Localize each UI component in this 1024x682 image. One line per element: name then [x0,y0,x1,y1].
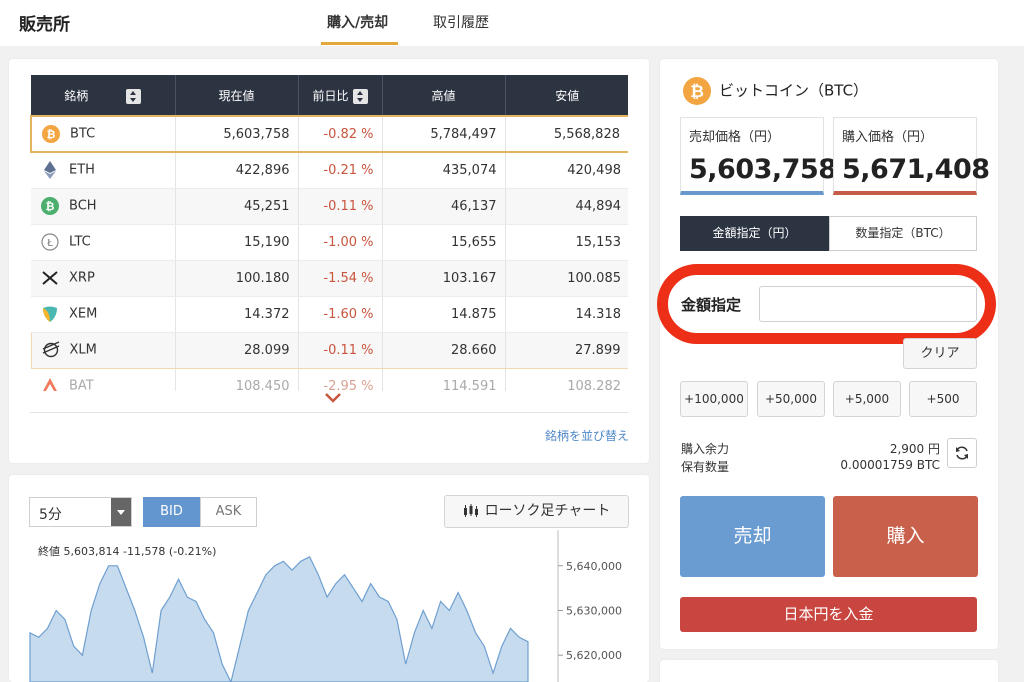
mode-quantity-btc-tab[interactable]: 数量指定（BTC） [829,216,977,251]
deposit-yen-button[interactable]: 日本円を入金 [680,597,977,632]
top-header: 販売所 購入/売却 取引履歴 [0,0,1024,46]
table-row[interactable]: Ł LTC 15,190 -1.00 % 15,655 15,153 [31,224,628,261]
buy-button[interactable]: 購入 [833,496,978,577]
secondary-panel [660,660,998,682]
bitcoin-icon: ₿ [683,77,711,105]
price-area-chart[interactable]: 5,640,000 5,630,000 5,620,000 [0,530,649,682]
table-divider [30,412,628,413]
table-row[interactable]: ₿ BTC 5,603,758 -0.82 % 5,784,497 5,568,8… [30,115,628,153]
litecoin-icon: Ł [41,233,59,251]
table-row[interactable]: ₿ BCH 45,251 -0.11 % 46,137 44,894 [31,188,628,225]
bat-icon [43,378,57,391]
table-row[interactable]: ETH 422,896 -0.21 % 435,074 420,498 [31,152,628,189]
sell-price-value: 5,603,758 [689,154,837,185]
tab-buy-sell[interactable]: 購入/売却 [327,12,388,32]
page-title: 販売所 [19,15,70,35]
sell-button[interactable]: 売却 [680,496,825,577]
refresh-button[interactable] [947,438,977,468]
sell-price-label: 売却価格（円） [689,130,781,145]
buy-price-box: 購入価格（円） 5,671,408 [833,117,990,195]
y-tick-label: 5,640,000 [566,560,622,573]
candlestick-icon [463,504,478,517]
add-5000-button[interactable]: +5,000 [833,381,901,417]
tab-trade-history[interactable]: 取引履歴 [433,12,489,32]
column-header-price: 現在値 [175,75,299,116]
refresh-icon [956,446,968,460]
market-table-container[interactable]: 銘柄 現在値 前日比 高値 安値 ₿ BTC 5,603,758 -0.82 % … [30,75,628,391]
y-axis-ticks: 5,640,000 5,630,000 5,620,000 [558,560,622,662]
chevron-down-icon [111,498,131,526]
y-tick-label: 5,620,000 [566,649,622,662]
table-row[interactable]: BAT 108.450 -2.95 % 114.591 108.282 [31,368,628,391]
bitcoin-cash-icon: ₿ [41,197,59,215]
coin-title: ₿ ビットコイン（BTC） [683,77,868,105]
ethereum-icon [44,161,56,180]
mode-amount-yen-tab[interactable]: 金額指定（円） [680,216,829,251]
purchasing-power-value: 2,900 円 [889,442,940,456]
table-row[interactable]: XRP 100.180 -1.54 % 103.167 100.085 [31,260,628,297]
market-table: 銘柄 現在値 前日比 高値 安値 ₿ BTC 5,603,758 -0.82 % … [30,75,628,391]
holding-label: 保有数量 [681,460,730,474]
table-row[interactable]: XLM 28.099 -0.11 % 28.660 27.899 [30,331,628,369]
table-header-row: 銘柄 現在値 前日比 高値 安値 [31,75,628,116]
add-500-button[interactable]: +500 [909,381,977,417]
candlestick-chart-button[interactable]: ローソク足チャート [444,495,629,528]
ripple-icon [42,271,58,285]
sort-icon[interactable] [352,88,368,104]
reorder-symbols-link[interactable]: 銘柄を並び替え [545,427,629,444]
highlight-ring [657,264,996,344]
interval-select[interactable]: 5分 [29,497,132,527]
add-50000-button[interactable]: +50,000 [757,381,825,417]
svg-text:₿: ₿ [47,128,56,141]
column-header-low: 安値 [505,75,628,116]
sort-icon[interactable] [126,88,142,104]
table-row[interactable]: XEM 14.372 -1.60 % 14.875 14.318 [31,296,628,333]
y-tick-label: 5,630,000 [566,604,622,617]
column-header-symbol[interactable]: 銘柄 [31,75,176,116]
svg-text:Ł: Ł [46,238,53,249]
holding-value: 0.00001759 BTC [840,458,940,472]
chevron-down-icon[interactable] [324,392,342,404]
svg-text:₿: ₿ [46,200,55,213]
nem-icon [43,306,57,322]
buy-price-value: 5,671,408 [842,154,990,185]
active-tab-indicator [321,42,398,45]
bid-toggle[interactable]: BID [143,497,200,527]
column-header-high: 高値 [382,75,506,116]
add-100000-button[interactable]: +100,000 [680,381,748,417]
price-area [29,555,529,682]
sell-price-box: 売却価格（円） 5,603,758 [680,117,837,195]
clear-button[interactable]: クリア [903,338,977,369]
purchasing-power-label: 購入余力 [681,442,730,456]
bitcoin-icon: ₿ [42,125,60,143]
buy-price-label: 購入価格（円） [842,130,934,145]
stellar-icon [42,341,59,358]
column-header-change[interactable]: 前日比 [298,75,383,116]
svg-text:₿: ₿ [690,82,704,102]
ask-toggle[interactable]: ASK [200,497,257,527]
